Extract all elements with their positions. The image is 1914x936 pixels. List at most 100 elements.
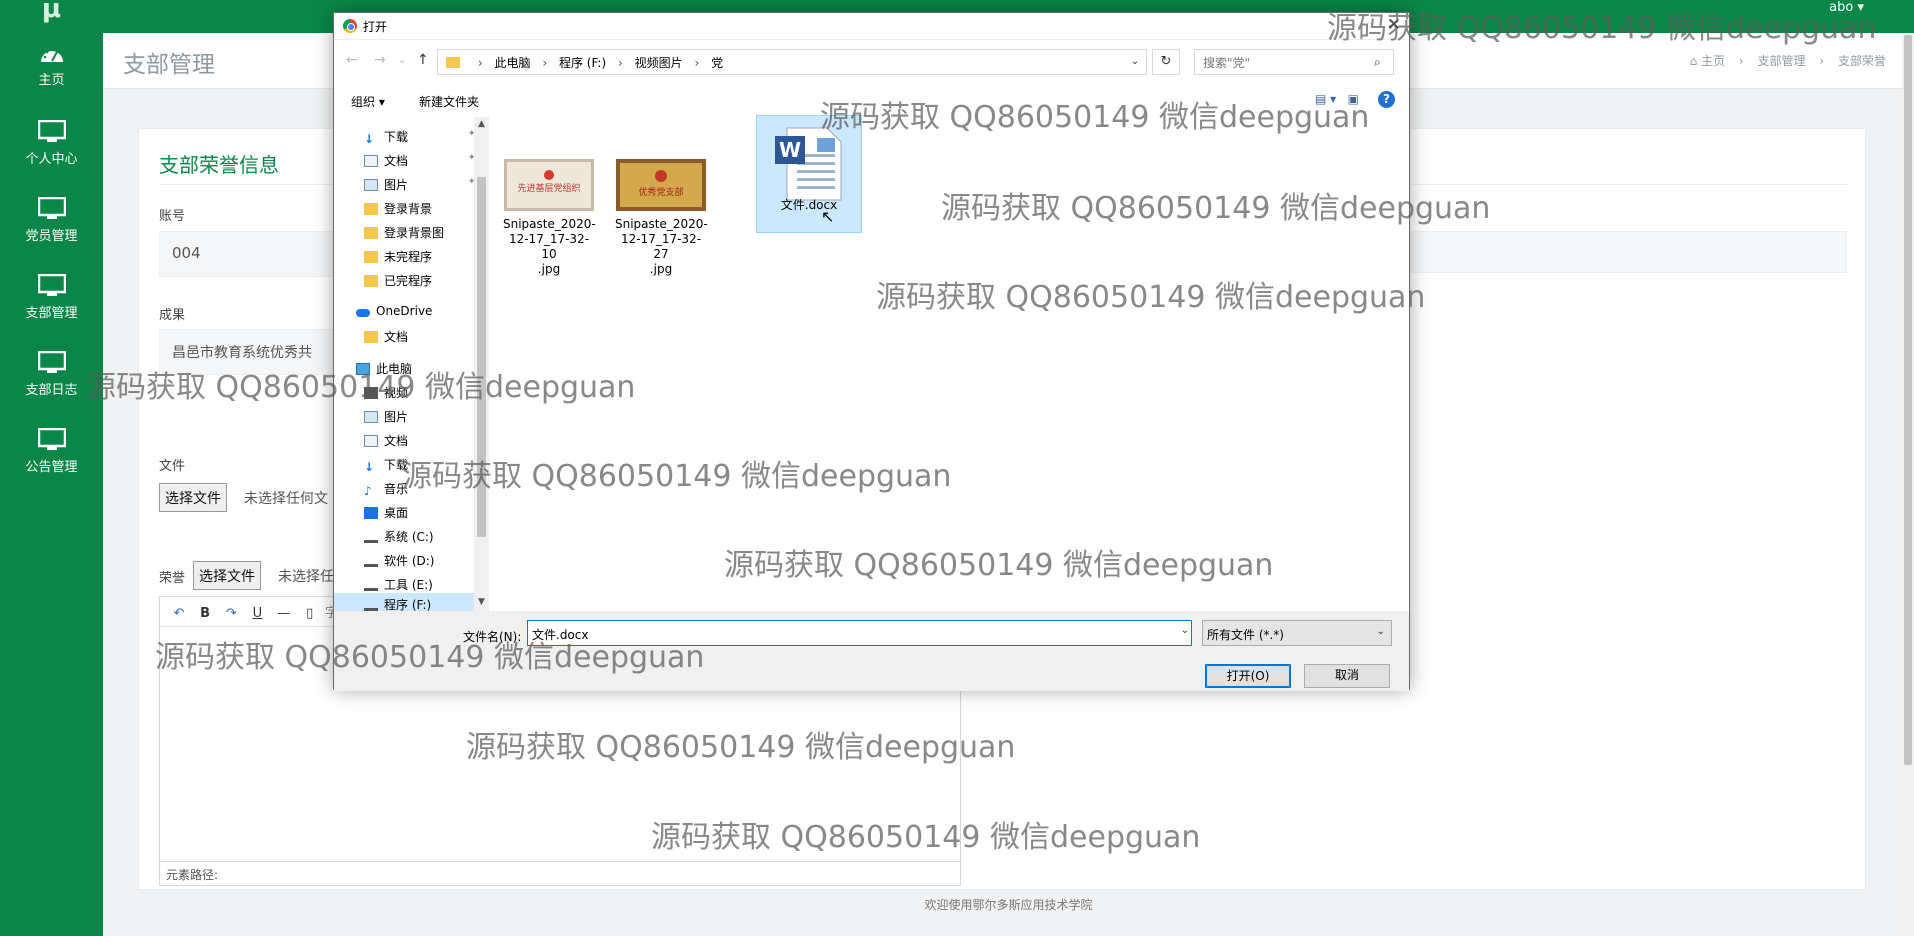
help-icon[interactable]: ?	[1378, 91, 1395, 108]
file-item-selected[interactable]: W 文件.docx	[756, 115, 862, 233]
nav-item-label: 图片	[384, 178, 409, 192]
bold-button[interactable]: B	[194, 606, 216, 621]
forward-icon[interactable]: →	[374, 52, 386, 68]
nav-item[interactable]: 文档	[364, 328, 408, 348]
sidebar-item-home[interactable]: 主页	[0, 43, 103, 113]
undo-icon[interactable]: ↶	[168, 606, 190, 621]
nav-item[interactable]: 已完程序	[364, 272, 432, 292]
no-file-text: 未选择任何文	[244, 491, 328, 507]
back-icon[interactable]: ←	[346, 52, 358, 68]
chevron-down-icon[interactable]: ⌄	[1124, 50, 1146, 74]
nav-item[interactable]: 视频	[364, 384, 408, 404]
nav-item[interactable]: 图片	[364, 408, 408, 428]
search-icon[interactable]: ⌕	[1374, 55, 1403, 70]
nav-item[interactable]: ♪ 音乐	[364, 480, 408, 500]
address-bar[interactable]: › 此电脑 › 程序 (F:) › 视频图片 › 党 ⌄	[437, 49, 1147, 75]
scroll-up-icon[interactable]: ▲	[474, 119, 488, 129]
page-title: 支部管理	[123, 52, 215, 78]
nav-item-label: 登录背景图	[384, 226, 445, 240]
nav-item[interactable]: 文档 ✦	[364, 152, 476, 172]
nav-item-label: 下载	[384, 458, 409, 472]
drive-icon	[364, 583, 378, 591]
new-folder-button[interactable]: 新建文件夹	[419, 93, 479, 110]
nav-item-label: 工具 (E:)	[384, 578, 433, 592]
dialog-title: 打开	[363, 20, 388, 34]
scrollbar-thumb[interactable]	[477, 177, 486, 537]
nav-item[interactable]: 登录背景图	[364, 224, 444, 244]
nav-item-label: 未完程序	[384, 250, 433, 264]
dashboard-icon	[40, 47, 63, 62]
cancel-button[interactable]: 取消	[1304, 664, 1390, 688]
choose-file-button[interactable]: 选择文件	[159, 483, 227, 512]
drive-icon	[364, 559, 378, 567]
honor-choose-file-button[interactable]: 选择文件	[193, 561, 261, 590]
chevron-down-icon[interactable]: ⌄	[1377, 626, 1385, 637]
nav-item[interactable]: OneDrive	[356, 304, 432, 324]
sidebar-item-log[interactable]: 支部日志	[0, 351, 103, 421]
nav-item[interactable]: 软件 (D:)	[364, 552, 434, 572]
image-thumbnail: 先进基层党组织	[504, 159, 594, 211]
path-segment[interactable]: 此电脑	[494, 56, 530, 70]
user-menu[interactable]: abo ▾	[1829, 0, 1864, 15]
folder-icon	[364, 203, 378, 215]
sidebar-item-profile[interactable]: 个人中心	[0, 120, 103, 190]
path-separator: ›	[617, 56, 623, 70]
nav-item-label: 系统 (C:)	[384, 530, 434, 544]
sidebar-item-notice[interactable]: 公告管理	[0, 428, 103, 498]
sidebar-item-branch[interactable]: 支部管理	[0, 274, 103, 344]
nav-item[interactable]: 登录背景	[364, 200, 432, 220]
file-item[interactable]: 优秀党支部 Snipaste_2020- 12-17_17-32-27 .jpg	[615, 159, 708, 277]
nav-item-label: 文档	[384, 434, 409, 448]
nav-item[interactable]: 未完程序	[364, 248, 432, 268]
nav-item[interactable]: 此电脑	[356, 360, 412, 380]
filetype-select[interactable]: 所有文件 (*.*) ⌄	[1202, 620, 1392, 646]
nav-item-selected[interactable]: 程序 (F:)	[364, 596, 431, 611]
underline-button[interactable]: U	[246, 606, 268, 621]
cloud-icon	[356, 309, 370, 317]
nav-scrollbar[interactable]: ▲ ▼	[474, 117, 488, 611]
nav-item[interactable]: ↓ 下载 ✦	[364, 128, 476, 148]
breadcrumb-item: 支部荣誉	[1837, 54, 1886, 68]
file-name: 文件.docx	[780, 198, 838, 212]
nav-item[interactable]: 图片 ✦	[364, 176, 476, 196]
sidebar-item-members[interactable]: 党员管理	[0, 197, 103, 267]
up-icon[interactable]: ↑	[417, 52, 429, 68]
nav-item[interactable]: 文档	[364, 432, 408, 452]
folder-icon	[364, 227, 378, 239]
nav-item[interactable]: 桌面	[364, 504, 408, 524]
nav-item[interactable]: 工具 (E:)	[364, 576, 433, 596]
organize-button[interactable]: 组织 ▾	[351, 93, 385, 110]
breadcrumb-item[interactable]: 支部管理	[1758, 54, 1806, 68]
nav-item-label: 视频	[384, 386, 409, 400]
filename-input[interactable]: 文件.docx ⌄	[527, 620, 1192, 646]
path-segment[interactable]: 程序 (F:)	[559, 56, 606, 70]
picture-icon	[364, 179, 378, 191]
computer-icon	[356, 363, 370, 375]
hr-button[interactable]: —	[273, 606, 295, 621]
scrollbar-thumb[interactable]	[1904, 35, 1912, 765]
sidebar-item-label: 个人中心	[25, 152, 78, 167]
close-icon[interactable]: ✕	[1387, 15, 1401, 35]
search-input[interactable]: 搜索"党"	[1194, 49, 1394, 75]
refresh-icon[interactable]: ↻	[1152, 49, 1180, 75]
file-item[interactable]: 先进基层党组织 Snipaste_2020- 12-17_17-32-10 .j…	[503, 159, 596, 277]
page-scrollbar[interactable]	[1902, 33, 1914, 936]
breadcrumb-item[interactable]: 主页	[1701, 54, 1725, 68]
filename-label: 文件名(N):	[463, 630, 522, 644]
nav-item[interactable]: ↓ 下载	[364, 456, 408, 476]
page-icon[interactable]: ▯	[299, 606, 321, 621]
file-name-line2: 12-17_17-32-27	[620, 232, 702, 261]
file-name: Snipaste_2020-	[503, 217, 596, 231]
chevron-down-icon[interactable]: ⌄	[1181, 625, 1189, 636]
scroll-down-icon[interactable]: ▼	[474, 597, 488, 607]
folder-icon	[364, 331, 378, 343]
nav-item[interactable]: 系统 (C:)	[364, 528, 434, 548]
honor-no-file-text: 未选择任	[278, 569, 334, 585]
svg-text:W: W	[779, 138, 801, 162]
path-segment[interactable]: 视频图片	[635, 56, 683, 70]
path-segment[interactable]: 党	[711, 56, 723, 70]
open-button[interactable]: 打开(O)	[1205, 664, 1291, 688]
redo-icon[interactable]: ↷	[220, 606, 242, 621]
view-options-icon[interactable]: ▤ ▾ ▣	[1315, 92, 1359, 106]
recent-dropdown-icon[interactable]: ⌄	[398, 55, 406, 66]
